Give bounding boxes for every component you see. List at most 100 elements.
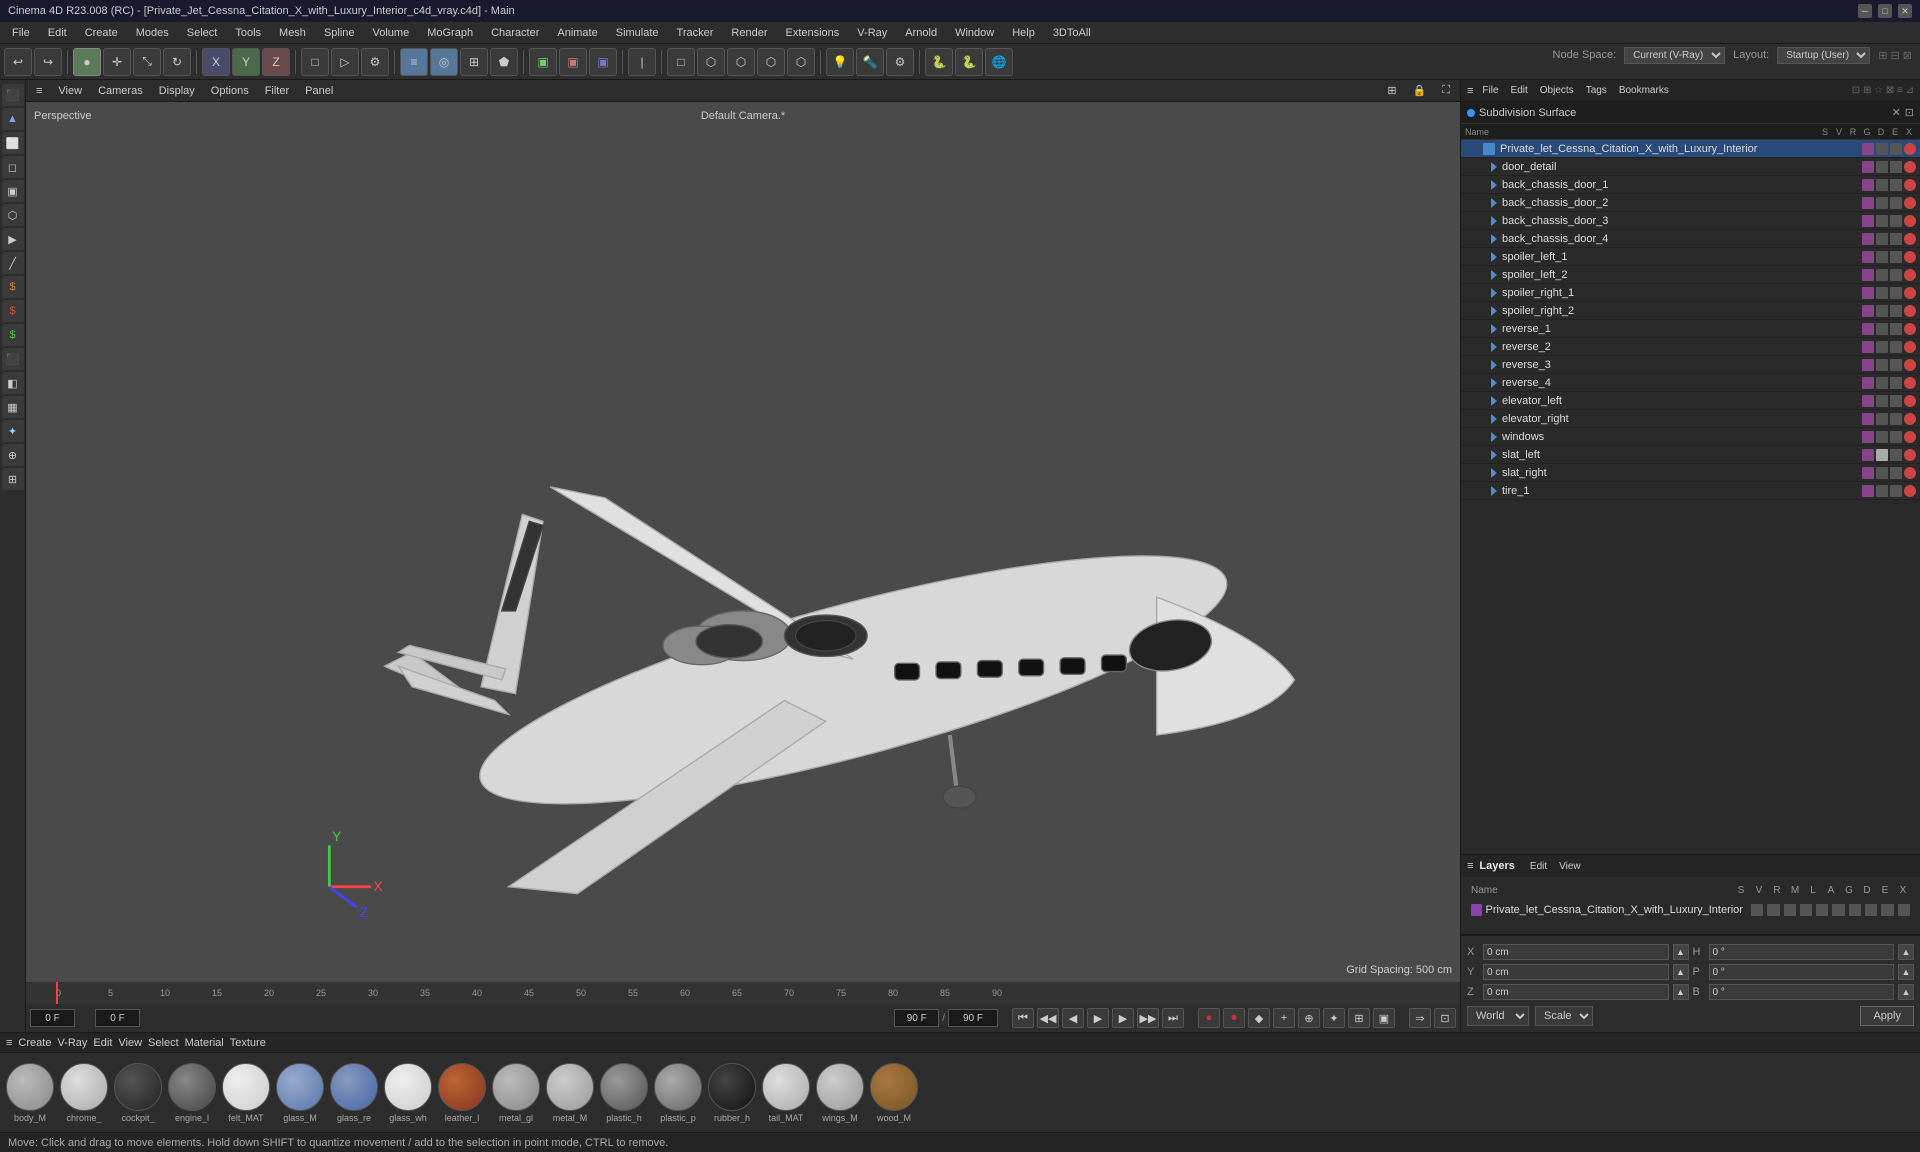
tool-curve[interactable]: ╱ [2, 252, 24, 274]
om-objects-menu[interactable]: Objects [1537, 85, 1577, 96]
obj-row-spoiler-right-1[interactable]: spoiler_right_1 [1461, 284, 1920, 302]
om-bookmarks-menu[interactable]: Bookmarks [1616, 85, 1672, 96]
parametric-btn[interactable]: ▣ [559, 48, 587, 76]
tool-measure[interactable]: ▦ [2, 396, 24, 418]
render3-btn[interactable]: ⚙ [886, 48, 914, 76]
layout-select[interactable]: Startup (User) [1777, 47, 1870, 64]
scale-tool-btn[interactable]: ⊞ [460, 48, 488, 76]
ctrl-r1[interactable] [1904, 161, 1916, 173]
go-end-btn[interactable]: ⏭ [1162, 1008, 1184, 1028]
obj-row-slat-left[interactable]: slat_left [1461, 446, 1920, 464]
b-rot-btn[interactable]: ▲ [1898, 984, 1914, 1000]
end-frame-input[interactable] [894, 1009, 939, 1027]
save-btn[interactable]: ⚙ [361, 48, 389, 76]
anim-btn2[interactable]: ⊕ [1298, 1008, 1320, 1028]
vp-menu-toggle[interactable]: ≡ [32, 85, 46, 97]
mat-body[interactable]: body_M [6, 1063, 54, 1123]
x-pos-input[interactable] [1483, 944, 1669, 960]
layer-ctrl-8[interactable] [1865, 904, 1877, 916]
mat-leather[interactable]: leather_l [438, 1063, 486, 1123]
rec-mode-btn[interactable]: ⏺ [1223, 1008, 1245, 1028]
node-space-select[interactable]: Current (V-Ray) [1624, 47, 1725, 64]
om-toggle[interactable]: ≡ [1467, 85, 1473, 97]
tool-extra2[interactable]: ⊞ [2, 468, 24, 490]
layer-ctrl-2[interactable] [1767, 904, 1779, 916]
mat-glass-m[interactable]: glass_M [276, 1063, 324, 1123]
obj-row-elevator-right[interactable]: elevator_right [1461, 410, 1920, 428]
ctrl-red[interactable] [1904, 143, 1916, 155]
mat-tail[interactable]: tail_MAT [762, 1063, 810, 1123]
om-edit-menu[interactable]: Edit [1508, 85, 1531, 96]
sdact-close-btn[interactable]: ✕ [1892, 106, 1901, 119]
menu-extensions[interactable]: Extensions [777, 25, 847, 41]
current-time-input[interactable] [30, 1009, 75, 1027]
menu-mograph[interactable]: MoGraph [419, 25, 481, 41]
mat-btn4[interactable]: ⬡ [757, 48, 785, 76]
obj-row-elevator-left[interactable]: elevator_left [1461, 392, 1920, 410]
menu-simulate[interactable]: Simulate [608, 25, 667, 41]
layer-ctrl-4[interactable] [1800, 904, 1812, 916]
open-btn[interactable]: ▷ [331, 48, 359, 76]
scale-btn[interactable]: ⤡ [133, 48, 161, 76]
tool-snap[interactable]: ✦ [2, 420, 24, 442]
current-frame-input[interactable] [95, 1009, 140, 1027]
om-file-menu[interactable]: File [1479, 85, 1501, 96]
layer-ctrl-10[interactable] [1898, 904, 1910, 916]
menu-modes[interactable]: Modes [128, 25, 177, 41]
tool-obj1[interactable]: ⬜ [2, 132, 24, 154]
scale-select[interactable]: Scale Size [1535, 1006, 1593, 1026]
vp-fit-btn[interactable]: ⊞ [1383, 84, 1400, 97]
layers-edit[interactable]: Edit [1527, 861, 1550, 872]
obj-row-back-chassis-1[interactable]: back_chassis_door_1 [1461, 176, 1920, 194]
layer-ctrl-7[interactable] [1849, 904, 1861, 916]
bm-toggle[interactable]: ≡ [6, 1037, 12, 1049]
mat-chrome[interactable]: chrome_ [60, 1063, 108, 1123]
obj-row-root[interactable]: Private_let_Cessna_Citation_X_with_Luxur… [1461, 140, 1920, 158]
obj-row-spoiler-left-1[interactable]: spoiler_left_1 [1461, 248, 1920, 266]
world-select[interactable]: World Object [1467, 1006, 1529, 1026]
obj-row-reverse-3[interactable]: reverse_3 [1461, 356, 1920, 374]
p-rot-input[interactable] [1709, 964, 1895, 980]
obj-row-spoiler-right-2[interactable]: spoiler_right_2 [1461, 302, 1920, 320]
menu-vray[interactable]: V-Ray [849, 25, 895, 41]
tool-paint[interactable]: ⬛ [2, 348, 24, 370]
menu-window[interactable]: Window [947, 25, 1002, 41]
menu-character[interactable]: Character [483, 25, 547, 41]
window-controls[interactable]: ─ □ ✕ [1858, 4, 1912, 18]
keyframe-btn[interactable]: ◆ [1248, 1008, 1270, 1028]
obj-row-reverse-2[interactable]: reverse_2 [1461, 338, 1920, 356]
go-start-btn[interactable]: ⏮ [1012, 1008, 1034, 1028]
menu-arnold[interactable]: Arnold [897, 25, 945, 41]
h-rot-input[interactable] [1709, 944, 1895, 960]
obj-row-slat-right[interactable]: slat_right [1461, 464, 1920, 482]
mat-btn5[interactable]: ⬡ [787, 48, 815, 76]
layer-ctrl-5[interactable] [1816, 904, 1828, 916]
bm-texture[interactable]: Texture [230, 1037, 266, 1049]
anim-btn3[interactable]: ✦ [1323, 1008, 1345, 1028]
ctrl-g2[interactable] [1890, 161, 1902, 173]
mat-rubber[interactable]: rubber_h [708, 1063, 756, 1123]
mat-cockpit[interactable]: cockpit_ [114, 1063, 162, 1123]
x-pos-btn[interactable]: ▲ [1673, 944, 1689, 960]
menu-3dtoall[interactable]: 3DToAll [1045, 25, 1099, 41]
mat-plastic-p[interactable]: plastic_p [654, 1063, 702, 1123]
mat-felt[interactable]: felt_MAT [222, 1063, 270, 1123]
obj-row-back-chassis-2[interactable]: back_chassis_door_2 [1461, 194, 1920, 212]
obj-row-spoiler-left-2[interactable]: spoiler_left_2 [1461, 266, 1920, 284]
tool-obj3[interactable]: ▣ [2, 180, 24, 202]
maximize-btn[interactable]: □ [1878, 4, 1892, 18]
tool-extra1[interactable]: ⊕ [2, 444, 24, 466]
play-btn[interactable]: ▶ [1087, 1008, 1109, 1028]
menu-tracker[interactable]: Tracker [669, 25, 722, 41]
layers-view[interactable]: View [1556, 861, 1584, 872]
obj-row-tire-1[interactable]: tire_1 [1461, 482, 1920, 500]
web-btn[interactable]: 🌐 [985, 48, 1013, 76]
ctrl-gray1[interactable] [1876, 143, 1888, 155]
viewport[interactable]: Perspective Default Camera.* Grid Spacin… [26, 102, 1460, 982]
motion-btn1[interactable]: ⇒ [1409, 1008, 1431, 1028]
mat-glass-re[interactable]: glass_re [330, 1063, 378, 1123]
ctrl-purple[interactable] [1862, 143, 1874, 155]
sdact-expand-btn[interactable]: ⊡ [1905, 106, 1914, 119]
menu-volume[interactable]: Volume [365, 25, 418, 41]
render2-btn[interactable]: 🔦 [856, 48, 884, 76]
